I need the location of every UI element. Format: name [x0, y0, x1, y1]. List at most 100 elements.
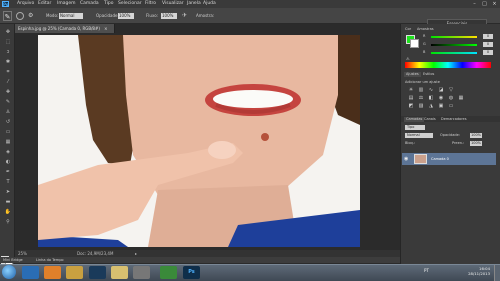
- tab-paths[interactable]: Demarcadores: [441, 117, 467, 122]
- tab-layers[interactable]: Camadas: [404, 117, 425, 122]
- status-arrow-icon[interactable]: ▸: [135, 250, 137, 257]
- photo-canvas[interactable]: [38, 35, 360, 247]
- tab-swatches[interactable]: Amostras: [417, 27, 434, 32]
- blend-mode-select[interactable]: Normal: [405, 133, 433, 138]
- blue-slider[interactable]: [431, 52, 477, 54]
- vibrance-icon[interactable]: ▽: [448, 88, 454, 93]
- green-value[interactable]: 0: [483, 42, 493, 47]
- green-slider[interactable]: [431, 44, 477, 46]
- menu-arquivo[interactable]: Arquivo: [17, 1, 34, 7]
- menu-camada[interactable]: Camada: [80, 1, 99, 7]
- menu-tipo[interactable]: Tipo: [104, 1, 113, 7]
- document-tab[interactable]: Espinha.jpg @ 25% (Camada 0, RGB/8#) ×: [15, 24, 115, 33]
- layer-kind-filter[interactable]: Tipo: [405, 125, 425, 130]
- g-label: G: [423, 42, 426, 46]
- maximize-icon[interactable]: □: [480, 1, 489, 7]
- mode-select[interactable]: Normal: [59, 13, 83, 19]
- crop-tool-icon[interactable]: ⌗: [4, 70, 12, 75]
- photoshop-taskbar-icon[interactable]: Ps: [183, 266, 200, 279]
- brush-settings-icon[interactable]: ⚙: [28, 12, 36, 20]
- visibility-eye-icon[interactable]: ◉: [404, 156, 410, 162]
- photo-filter-icon[interactable]: ◉: [438, 96, 444, 101]
- airbrush-icon[interactable]: ✈: [182, 12, 190, 20]
- menu-filtro[interactable]: Filtro: [145, 1, 156, 7]
- eraser-tool-icon[interactable]: ▭: [4, 130, 12, 135]
- menu-janela[interactable]: Janela: [187, 1, 201, 7]
- tab-channels[interactable]: Canais: [424, 117, 436, 122]
- menu-visualizar[interactable]: Visualizar: [162, 1, 184, 7]
- brightness-icon[interactable]: ☀: [408, 88, 414, 93]
- opacity-input[interactable]: 100%: [118, 13, 134, 19]
- minimize-icon[interactable]: –: [470, 1, 479, 7]
- folder-icon[interactable]: [111, 266, 128, 279]
- tab-timeline[interactable]: Linha do Tempo: [36, 257, 64, 263]
- firefox-icon[interactable]: [44, 266, 61, 279]
- tray-language[interactable]: PT: [424, 268, 429, 273]
- color-bg-swatch[interactable]: [410, 39, 419, 48]
- red-slider[interactable]: [431, 36, 477, 38]
- exposure-icon[interactable]: ◪: [438, 88, 444, 93]
- curves-icon[interactable]: ∿: [428, 88, 434, 93]
- show-desktop-button[interactable]: [494, 265, 500, 281]
- clock[interactable]: 16:04 28/11/2013: [468, 266, 490, 276]
- media-icon[interactable]: [89, 266, 106, 279]
- menu-editar[interactable]: Editar: [38, 1, 51, 7]
- tab-adjustments[interactable]: Ajustes: [404, 72, 421, 77]
- eyedropper-tool-icon[interactable]: ⁄: [4, 80, 12, 85]
- explorer-icon[interactable]: [66, 266, 83, 279]
- path-select-tool-icon[interactable]: ➤: [4, 190, 12, 195]
- fill-input[interactable]: 100%: [470, 141, 483, 146]
- layer-opacity-input[interactable]: 100%: [470, 133, 483, 138]
- menu-imagem[interactable]: Imagem: [57, 1, 75, 7]
- channel-mixer-icon[interactable]: ◍: [448, 96, 454, 101]
- marquee-tool-icon[interactable]: ⬚: [4, 40, 12, 45]
- menu-ajuda[interactable]: Ajuda: [203, 1, 216, 7]
- status-bar: 25% Doc: 24,9M/23,4M ▸: [15, 250, 400, 257]
- close-icon[interactable]: ×: [490, 1, 499, 7]
- dodge-tool-icon[interactable]: ◐: [4, 160, 12, 165]
- healing-brush-tool-icon[interactable]: ✚: [4, 90, 12, 95]
- red-value[interactable]: 0: [483, 34, 493, 39]
- move-tool-icon[interactable]: ✥: [4, 30, 12, 35]
- levels-icon[interactable]: ▥: [418, 88, 424, 93]
- start-button[interactable]: [2, 265, 16, 279]
- warning-icon[interactable]: ⚠: [406, 56, 412, 61]
- hue-saturation-icon[interactable]: ▤: [408, 96, 414, 101]
- layer-name[interactable]: Camada 0: [431, 157, 449, 162]
- threshold-icon[interactable]: ◮: [428, 104, 434, 109]
- clone-stamp-tool-icon[interactable]: ♙: [4, 110, 12, 115]
- ie-icon[interactable]: [22, 266, 39, 279]
- hand-tool-icon[interactable]: ✋: [4, 210, 12, 215]
- zoom-tool-icon[interactable]: ⚲: [4, 220, 12, 225]
- gradient-tool-icon[interactable]: ▦: [4, 140, 12, 145]
- blue-value[interactable]: 0: [483, 50, 493, 55]
- flow-input[interactable]: 100%: [161, 13, 177, 19]
- document-tab-close-icon[interactable]: ×: [104, 26, 107, 31]
- quick-select-tool-icon[interactable]: ✱: [4, 60, 12, 65]
- brush-size-icon[interactable]: [16, 12, 24, 20]
- color-lookup-icon[interactable]: ▦: [458, 96, 464, 101]
- game-icon[interactable]: [160, 266, 177, 279]
- selective-color-icon[interactable]: ▣: [438, 104, 444, 109]
- brush-tool-icon[interactable]: ✎: [4, 100, 12, 105]
- menu-selecionar[interactable]: Selecionar: [118, 1, 142, 7]
- gradient-map-icon[interactable]: ▭: [448, 104, 454, 109]
- shape-tool-icon[interactable]: ▬: [4, 200, 12, 205]
- history-brush-tool-icon[interactable]: ↺: [4, 120, 12, 125]
- zoom-level[interactable]: 25%: [18, 250, 27, 257]
- document-tab-title: Espinha.jpg @ 25% (Camada 0, RGB/8#): [18, 26, 100, 31]
- blur-tool-icon[interactable]: ◈: [4, 150, 12, 155]
- lasso-tool-icon[interactable]: ↄ: [4, 50, 12, 55]
- tab-color[interactable]: Cor: [405, 27, 411, 32]
- posterize-icon[interactable]: ▨: [418, 104, 424, 109]
- pen-tool-icon[interactable]: ✒: [4, 170, 12, 175]
- invert-icon[interactable]: ◩: [408, 104, 414, 109]
- spot-healing-tool-preset-icon[interactable]: ✎: [3, 11, 12, 21]
- tab-styles[interactable]: Estilos: [423, 72, 434, 77]
- type-tool-icon[interactable]: T: [4, 180, 12, 185]
- app-icon[interactable]: [133, 266, 150, 279]
- black-white-icon[interactable]: ◧: [428, 96, 434, 101]
- tab-mini-bridge[interactable]: Mini Bridge: [3, 257, 23, 263]
- color-balance-icon[interactable]: ⚖: [418, 96, 424, 101]
- color-spectrum[interactable]: [405, 62, 491, 68]
